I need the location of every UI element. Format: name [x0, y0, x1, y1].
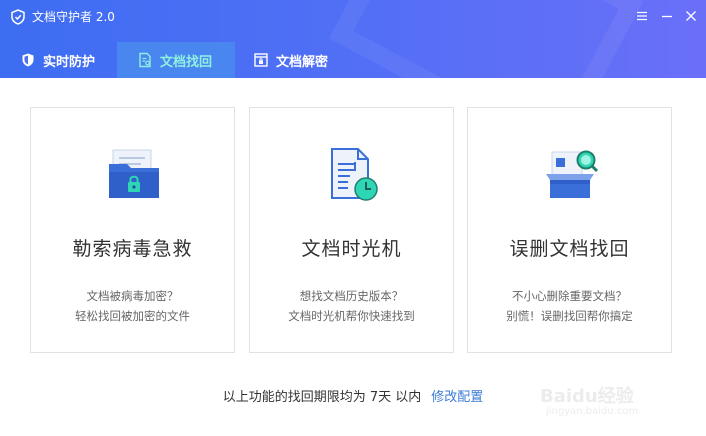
card-title: 文档时光机 [301, 238, 402, 260]
document-clock-icon [324, 146, 382, 204]
card-description-line2: 轻松找回被加密的文件 [75, 309, 190, 323]
card-document-time-machine[interactable]: 文档时光机 想找文档历史版本？ 文档时光机帮你快速找到 [249, 107, 454, 353]
watermark-line2: jingyan.baidu.com [546, 406, 639, 417]
card-description-line2: 别慌！误删找回帮你搞定 [506, 309, 633, 323]
footer-text: 以上功能的找回期限均为 7天 以内 [222, 390, 422, 405]
tab-document-decrypt[interactable]: 文档解密 [235, 42, 353, 78]
minimize-icon[interactable] [657, 6, 677, 26]
card-title: 勒索病毒急救 [72, 238, 193, 260]
modify-config-link[interactable]: 修改配置 [431, 390, 483, 405]
tab-label: 文档解密 [276, 54, 329, 70]
card-ransomware-rescue[interactable]: 勒索病毒急救 文档被病毒加密？ 轻松找回被加密的文件 [30, 107, 235, 353]
card-title: 误删文档找回 [509, 238, 630, 260]
document-search-icon [137, 52, 153, 68]
decrypt-icon [253, 52, 269, 68]
card-deleted-document-recovery[interactable]: 误删文档找回 不小心删除重要文档？ 别慌！误删找回帮你搞定 [467, 107, 672, 353]
box-magnifier-icon [542, 146, 600, 204]
locked-folder-icon [105, 146, 163, 204]
card-description-line1: 文档被病毒加密？ [86, 289, 179, 303]
card-description-line1: 不小心删除重要文档？ [512, 289, 627, 303]
app-title: 文档守护者 2.0 [32, 10, 115, 24]
tab-label: 实时防护 [43, 54, 96, 70]
tab-realtime-protection[interactable]: 实时防护 [0, 42, 117, 78]
card-description-line2: 文档时光机帮你快速找到 [288, 309, 415, 323]
watermark-line1: Baidu经验 [540, 386, 634, 407]
tab-document-recovery[interactable]: 文档找回 [117, 42, 235, 78]
close-icon[interactable] [681, 6, 701, 26]
header: 文档守护者 2.0 实时防护 文档找回 文档解密 [0, 0, 706, 78]
title-bar: 文档守护者 2.0 [0, 0, 706, 34]
app-logo-shield-icon [10, 9, 26, 25]
baidu-watermark: Baidu经验 jingyan.baidu.com [540, 382, 670, 422]
tab-label: 文档找回 [160, 54, 213, 70]
menu-icon[interactable] [632, 6, 652, 26]
shield-icon [20, 52, 36, 68]
card-description-line1: 想找文档历史版本？ [299, 289, 404, 303]
tab-bar: 实时防护 文档找回 文档解密 [0, 42, 706, 78]
